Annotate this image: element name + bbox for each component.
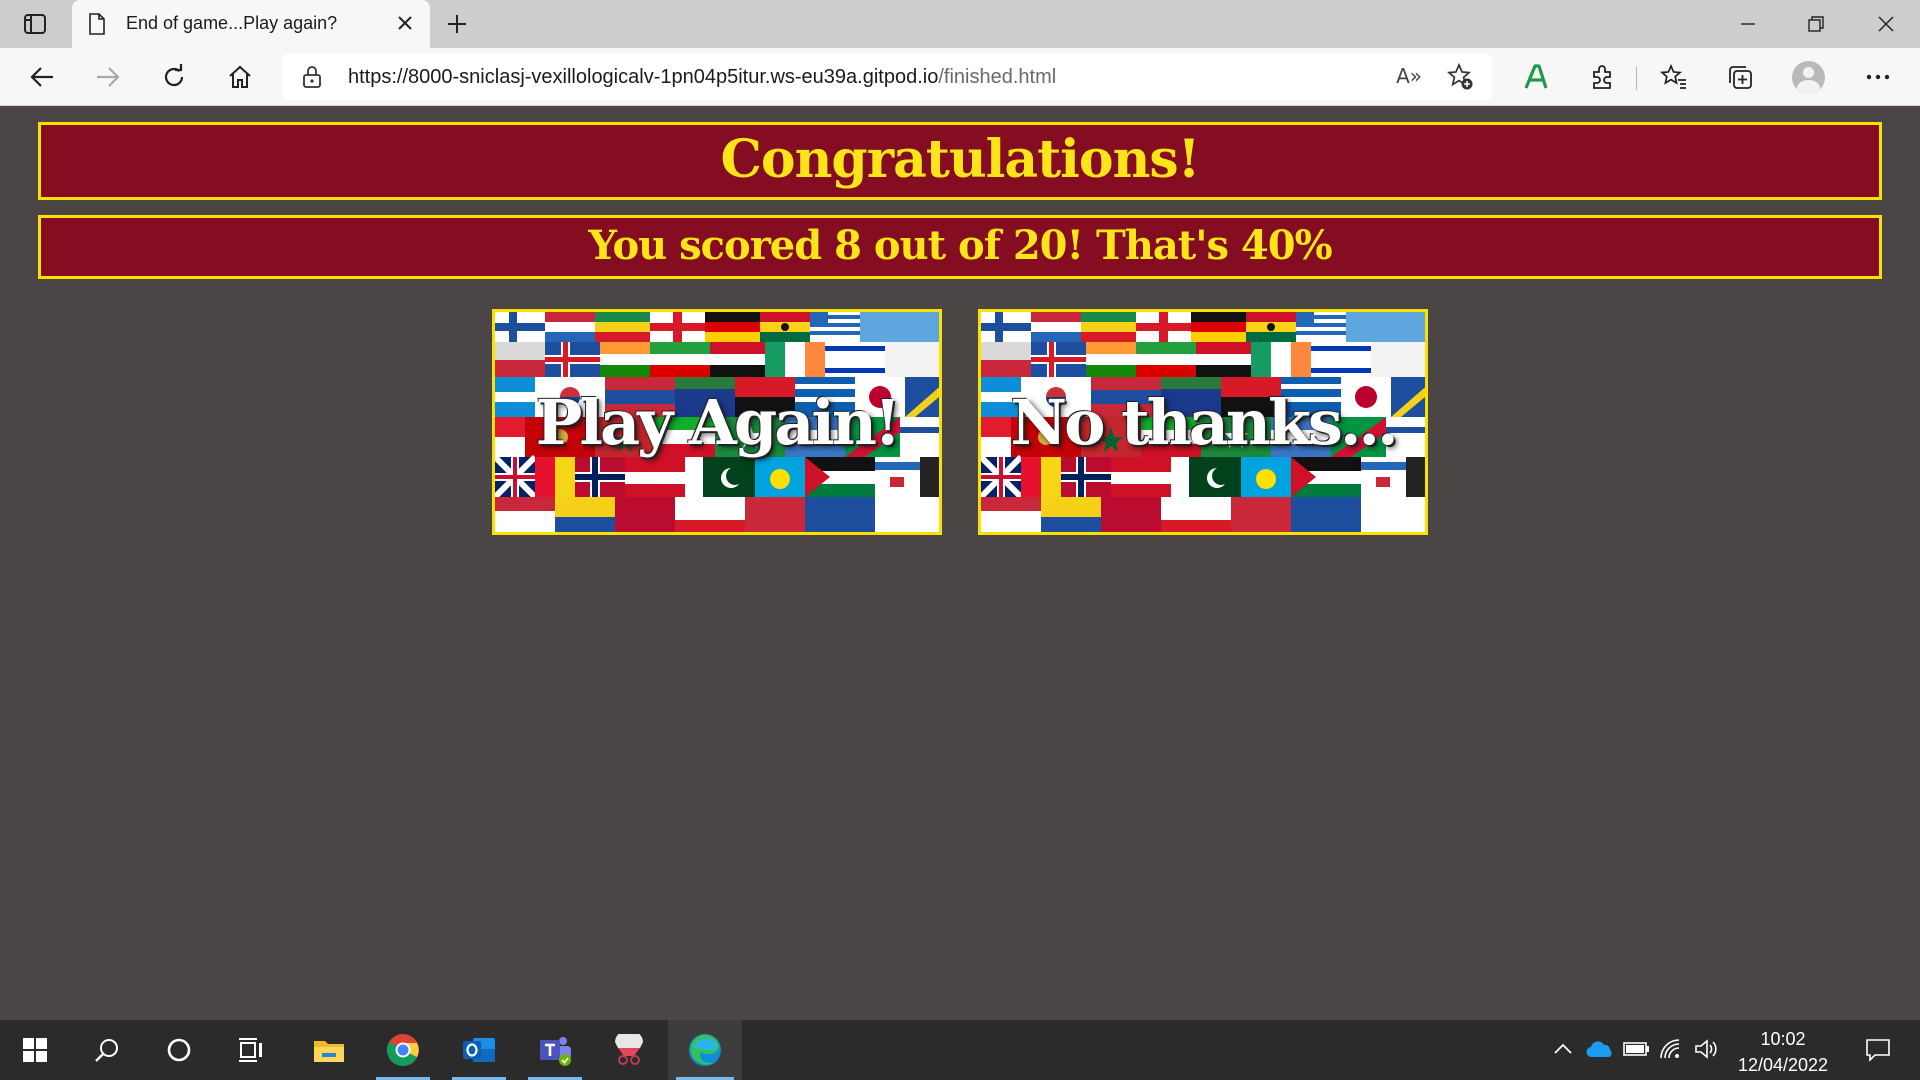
lock-icon[interactable] [302, 65, 322, 94]
cortana-icon[interactable] [144, 1020, 214, 1080]
clock-time: 10:02 [1760, 1029, 1806, 1049]
avatar-head [1803, 67, 1814, 78]
avatar-body [1797, 80, 1820, 94]
address-bar[interactable]: https://8000-sniclasj-vexillologicalv-1p… [282, 54, 1492, 100]
outlook-icon[interactable] [444, 1020, 514, 1080]
task-view-icon[interactable] [216, 1020, 286, 1080]
forward-button[interactable] [90, 59, 126, 95]
active-tab[interactable]: End of game...Play again? [72, 0, 430, 48]
profile-avatar[interactable] [1792, 61, 1825, 94]
play-again-button[interactable]: Play Again! [492, 309, 942, 535]
more-menu-icon[interactable] [1860, 59, 1896, 95]
chrome-icon[interactable] [368, 1020, 438, 1080]
close-tab-icon[interactable] [394, 12, 416, 39]
congratulations-heading: Congratulations! [38, 122, 1882, 200]
volume-icon[interactable] [1694, 1038, 1720, 1065]
refresh-button[interactable] [156, 59, 192, 95]
tab-actions-icon[interactable] [18, 11, 52, 37]
taskbar: 10:02 12/04/2022 [0, 1020, 1920, 1080]
battery-icon[interactable] [1622, 1038, 1650, 1065]
minimize-button[interactable] [1714, 0, 1782, 48]
new-tab-button[interactable] [442, 9, 472, 39]
restore-button[interactable] [1782, 0, 1850, 48]
system-clock[interactable]: 10:02 12/04/2022 [1724, 1026, 1842, 1078]
read-aloud-icon[interactable]: A» [1396, 64, 1422, 88]
notification-center-icon[interactable] [1848, 1020, 1908, 1080]
teams-icon[interactable] [520, 1020, 590, 1080]
file-explorer-icon[interactable] [294, 1020, 364, 1080]
collections-icon[interactable] [1722, 59, 1758, 95]
edge-icon[interactable] [668, 1020, 742, 1080]
back-button[interactable] [24, 59, 60, 95]
show-hidden-icons-icon[interactable] [1552, 1038, 1574, 1065]
no-thanks-button[interactable]: No thanks... [978, 309, 1428, 535]
page-content: Congratulations! You scored 8 out of 20!… [0, 107, 1920, 1019]
add-favorite-icon[interactable] [1446, 62, 1474, 96]
favorites-icon[interactable] [1656, 59, 1692, 95]
search-icon[interactable] [72, 1020, 142, 1080]
browser-toolbar: https://8000-sniclasj-vexillologicalv-1p… [0, 48, 1920, 106]
toolbar-divider [1636, 66, 1637, 90]
browser-tab-strip: End of game...Play again? [0, 0, 1920, 48]
extensions-icon[interactable] [1584, 59, 1620, 95]
tab-title: End of game...Play again? [126, 13, 338, 33]
onedrive-icon[interactable] [1586, 1038, 1614, 1065]
score-text: You scored 8 out of 20! That's 40% [38, 215, 1882, 279]
clock-date: 12/04/2022 [1737, 1055, 1829, 1075]
page-icon [88, 13, 106, 40]
home-button[interactable] [222, 59, 258, 95]
play-again-label: Play Again! [535, 385, 901, 459]
start-button[interactable] [0, 1020, 70, 1080]
no-thanks-label: No thanks... [1010, 385, 1398, 459]
wifi-icon[interactable] [1658, 1038, 1684, 1065]
url-text[interactable]: https://8000-sniclasj-vexillologicalv-1p… [348, 66, 1056, 89]
snip-sketch-icon[interactable] [594, 1020, 664, 1080]
editor-extension-icon[interactable] [1518, 59, 1554, 95]
close-window-button[interactable] [1852, 0, 1920, 48]
